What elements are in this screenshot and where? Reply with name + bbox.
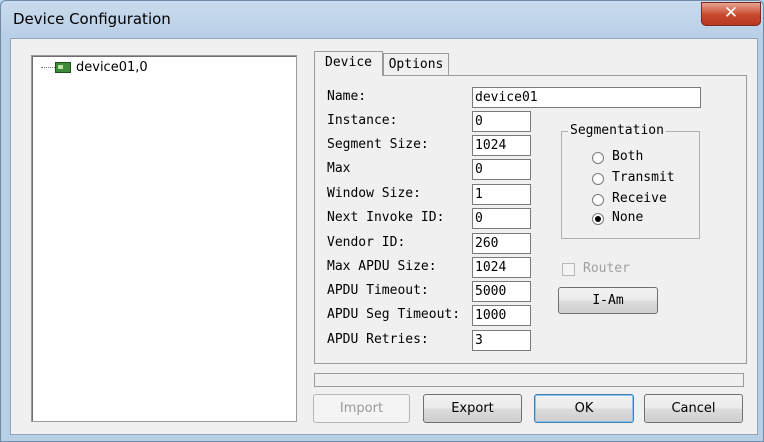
segment-size-field[interactable]: 1024: [472, 135, 531, 156]
next-invoke-id-label: Next Invoke ID:: [327, 210, 445, 225]
max-field[interactable]: 0: [472, 159, 531, 180]
cancel-button[interactable]: Cancel: [644, 394, 743, 423]
vendor-id-field[interactable]: 260: [472, 233, 531, 254]
instance-field[interactable]: 0: [472, 111, 531, 132]
import-button[interactable]: Import: [313, 394, 410, 423]
close-button[interactable]: ✕: [701, 2, 761, 26]
device-tab-panel: Name: device01 Instance: 0 Segment Size:…: [314, 75, 747, 364]
i-am-button[interactable]: I-Am: [558, 287, 658, 314]
device-tree[interactable]: device01,0: [31, 55, 297, 422]
apdu-retries-field[interactable]: 3: [472, 330, 531, 351]
max-label: Max: [327, 161, 351, 176]
radio-both-label[interactable]: Both: [612, 149, 643, 164]
radio-none[interactable]: [592, 213, 604, 225]
window-size-field[interactable]: 1: [472, 184, 531, 205]
tab-options[interactable]: Options: [383, 53, 449, 75]
tab-device[interactable]: Device: [314, 51, 383, 76]
router-label: Router: [583, 261, 630, 276]
instance-label: Instance:: [327, 113, 398, 128]
radio-transmit[interactable]: [592, 173, 604, 185]
apdu-retries-label: APDU Retries:: [327, 332, 429, 347]
max-apdu-size-field[interactable]: 1024: [472, 257, 531, 278]
segment-size-label: Segment Size:: [327, 137, 429, 152]
name-field[interactable]: device01: [472, 87, 701, 108]
device-board-icon: [55, 62, 71, 73]
tree-item-device01[interactable]: device01,0: [76, 60, 148, 75]
apdu-seg-timeout-field[interactable]: 1000: [472, 305, 531, 326]
window-size-label: Window Size:: [327, 186, 421, 201]
window-title: Device Configuration: [13, 10, 171, 28]
radio-receive-label[interactable]: Receive: [612, 191, 667, 206]
radio-receive[interactable]: [592, 194, 604, 206]
segmentation-group: Segmentation Both Transmit Receive None: [561, 123, 700, 239]
tree-connector-line: [41, 67, 55, 68]
name-label: Name:: [327, 89, 367, 104]
dialog-client-area: device01,0 Device Options Name: device01…: [10, 38, 758, 435]
device-configuration-window: Device Configuration ✕ device01,0 Device…: [0, 0, 764, 442]
router-checkbox[interactable]: [562, 263, 575, 276]
apdu-timeout-label: APDU Timeout:: [327, 283, 429, 298]
export-button[interactable]: Export: [423, 394, 522, 423]
next-invoke-id-field[interactable]: 0: [472, 208, 531, 229]
ok-button[interactable]: OK: [534, 394, 634, 423]
radio-none-label[interactable]: None: [612, 210, 643, 225]
apdu-timeout-field[interactable]: 5000: [472, 281, 531, 302]
radio-both[interactable]: [592, 152, 604, 164]
status-bar: [314, 373, 744, 387]
vendor-id-label: Vendor ID:: [327, 235, 406, 250]
max-apdu-size-label: Max APDU Size:: [327, 259, 437, 274]
radio-transmit-label[interactable]: Transmit: [612, 170, 675, 185]
apdu-seg-timeout-label: APDU Seg Timeout:: [327, 307, 461, 322]
segmentation-title: Segmentation: [568, 123, 666, 138]
